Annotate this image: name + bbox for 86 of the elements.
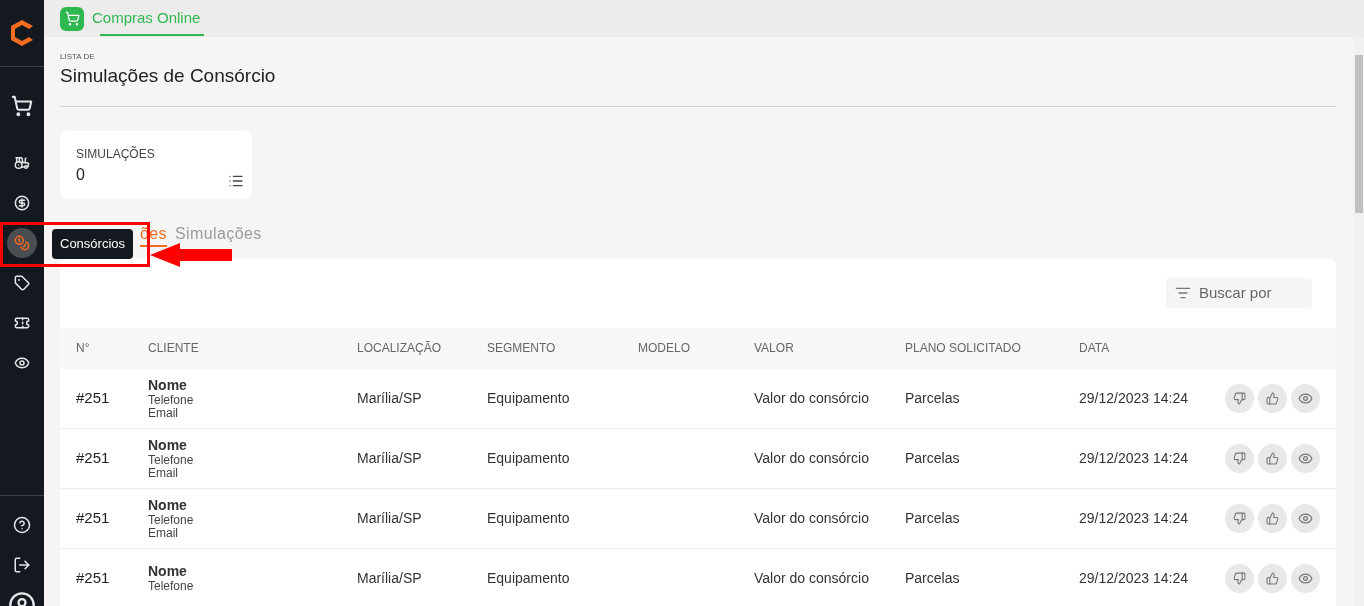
client-phone: Telefone — [148, 453, 195, 467]
eye-icon — [1298, 570, 1313, 586]
view-button[interactable] — [1291, 503, 1320, 533]
client-email: Email — [148, 526, 179, 540]
table-cell-text: Valor do consórcio — [754, 448, 870, 468]
table-cell-text: 29/12/2023 14:24 — [1079, 388, 1189, 408]
client-phone: Telefone — [148, 580, 195, 594]
table-cell-text: Valor do consórcio — [754, 388, 870, 408]
client-name: Nome — [148, 376, 188, 394]
coins-icon — [14, 235, 30, 251]
table-cell-text: Equipamento — [487, 448, 571, 468]
table-cell-text: Parcelas — [905, 568, 961, 588]
stat-label: SIMULAÇÕES — [76, 145, 156, 163]
tractor-icon — [14, 155, 30, 171]
approve-button[interactable] — [1258, 383, 1287, 413]
client-phone: Telefone — [148, 393, 195, 407]
reject-button[interactable] — [1225, 563, 1254, 593]
help-icon — [13, 516, 31, 534]
table-cell-text: #251 — [76, 448, 111, 468]
thumbs-up-icon — [1266, 571, 1279, 585]
dollar-coin-icon — [14, 195, 30, 211]
view-button[interactable] — [1291, 563, 1320, 593]
client-name: Nome — [148, 436, 188, 454]
eyebrow-label: LISTA DE — [60, 53, 96, 61]
client-name: Nome — [148, 496, 188, 514]
table-cell-text: 29/12/2023 14:24 — [1079, 508, 1189, 528]
thumbs-up-icon — [1266, 391, 1279, 405]
table-cell-text: Valor do consórcio — [754, 508, 870, 528]
page-title: Simulações de Consórcio — [60, 64, 277, 88]
table-cell-text: Equipamento — [487, 568, 571, 588]
table-cell-text: Marília/SP — [357, 388, 423, 408]
top-tab[interactable]: Compras Online — [60, 0, 205, 37]
column-header: CLIENTE — [148, 340, 200, 358]
table-cell-text: 29/12/2023 14:24 — [1079, 448, 1189, 468]
column-header: LOCALIZAÇÃO — [357, 340, 443, 358]
thumbs-down-icon — [1233, 451, 1246, 465]
eye-icon — [1298, 510, 1313, 526]
view-button[interactable] — [1291, 383, 1320, 413]
eye-icon — [1298, 450, 1313, 466]
approve-button[interactable] — [1258, 503, 1287, 533]
column-header: SEGMENTO — [487, 340, 557, 358]
column-header: DATA — [1079, 340, 1111, 358]
table-cell-text: Parcelas — [905, 508, 961, 528]
eye-icon — [14, 355, 30, 371]
client-name: Nome — [148, 563, 188, 581]
table-cell-text: Valor do consórcio — [754, 568, 870, 588]
tab[interactable]: Simulações — [175, 224, 262, 245]
approve-button[interactable] — [1258, 443, 1287, 473]
client-phone: Telefone — [148, 513, 195, 527]
table-cell-text: Marília/SP — [357, 568, 423, 588]
reject-button[interactable] — [1225, 443, 1254, 473]
table-cell-text: Equipamento — [487, 508, 571, 528]
cart-icon — [60, 6, 84, 31]
table-cell-text: Marília/SP — [357, 448, 423, 468]
table-cell-text: #251 — [76, 568, 111, 588]
table-cell-text: 29/12/2023 14:24 — [1079, 568, 1189, 588]
table-cell-text: #251 — [76, 388, 111, 408]
thumbs-down-icon — [1233, 571, 1246, 585]
table-cell-text: #251 — [76, 508, 111, 528]
client-email: Email — [148, 466, 179, 480]
table-cell-text: Parcelas — [905, 388, 961, 408]
cart-icon — [11, 95, 33, 117]
thumbs-down-icon — [1233, 391, 1246, 405]
table-cell-text: Parcelas — [905, 448, 961, 468]
client-email: Email — [148, 406, 179, 420]
search-field[interactable]: Buscar por — [1166, 277, 1312, 308]
view-button[interactable] — [1291, 443, 1320, 473]
thumbs-up-icon — [1266, 511, 1279, 525]
thumbs-up-icon — [1266, 451, 1279, 465]
table-cell-text: Equipamento — [487, 388, 571, 408]
column-header: PLANO SOLICITADO — [905, 340, 1022, 358]
column-header: N° — [76, 340, 91, 358]
thumbs-down-icon — [1233, 511, 1246, 525]
eye-icon — [1298, 390, 1313, 406]
stat-value: 0 — [76, 164, 86, 185]
table-cell-text: Marília/SP — [357, 508, 423, 528]
sidebar-item[interactable] — [7, 228, 37, 258]
column-header: MODELO — [638, 340, 691, 358]
tag-icon — [14, 275, 30, 291]
column-header: VALOR — [754, 340, 795, 358]
logout-icon — [13, 556, 31, 574]
ticket-icon — [14, 315, 30, 331]
approve-button[interactable] — [1258, 563, 1287, 593]
reject-button[interactable] — [1225, 503, 1254, 533]
tooltip: Consórcios — [52, 229, 134, 259]
reject-button[interactable] — [1225, 383, 1254, 413]
